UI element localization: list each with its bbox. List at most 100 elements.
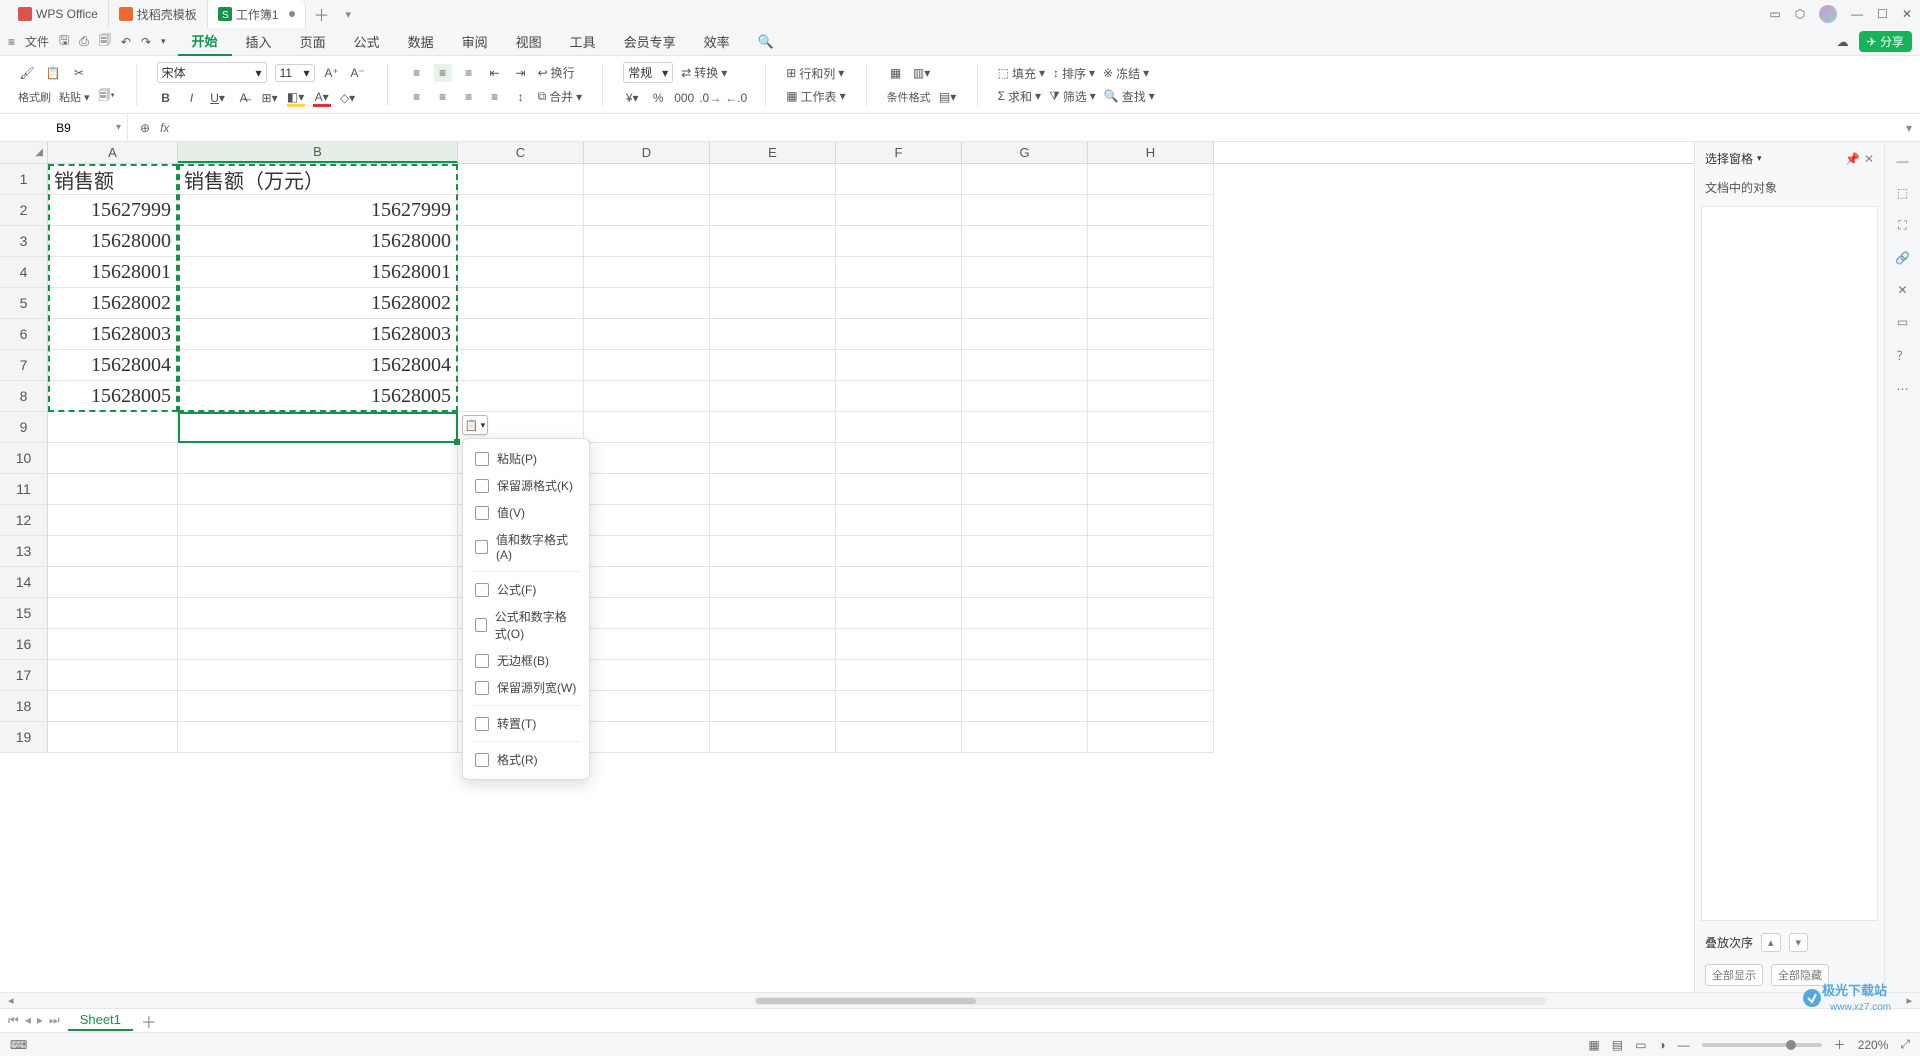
indent-dec-icon[interactable]: ⇤: [486, 64, 504, 82]
row-header[interactable]: 9: [0, 412, 48, 443]
num-format-select[interactable]: 常规▾: [623, 62, 673, 83]
decrease-font-icon[interactable]: A⁻: [349, 64, 367, 82]
paste-icon[interactable]: 📋: [44, 64, 62, 82]
cell[interactable]: [962, 226, 1088, 257]
menu-keep-col-width[interactable]: 保留源列宽(W): [463, 674, 589, 701]
cell[interactable]: [836, 226, 962, 257]
cell[interactable]: [584, 474, 710, 505]
cell[interactable]: [836, 443, 962, 474]
fontcolor-icon[interactable]: A▾: [313, 89, 331, 107]
tab-vip[interactable]: 会员专享: [610, 28, 690, 56]
format-brush-icon[interactable]: 🖌: [18, 64, 36, 82]
row-header[interactable]: 18: [0, 691, 48, 722]
tab-insert[interactable]: 插入: [232, 28, 286, 56]
cell[interactable]: [962, 443, 1088, 474]
fillcolor-icon[interactable]: ◧▾: [287, 89, 305, 107]
menu-transpose[interactable]: 转置(T): [463, 710, 589, 737]
cell[interactable]: [178, 722, 458, 753]
zoom-slider[interactable]: [1702, 1043, 1822, 1047]
select-icon[interactable]: ⬚: [1897, 186, 1908, 200]
row-header[interactable]: 3: [0, 226, 48, 257]
clear-fmt-icon[interactable]: ◇▾: [339, 89, 357, 107]
cell[interactable]: 15628003: [48, 319, 178, 350]
sheet-next-icon[interactable]: ▸: [37, 1013, 43, 1028]
menu-formula-num[interactable]: 公式和数字格式(O): [463, 603, 589, 647]
col-header[interactable]: F: [836, 142, 962, 163]
cell[interactable]: [836, 722, 962, 753]
cell[interactable]: [48, 722, 178, 753]
justify-icon[interactable]: ≡: [486, 88, 504, 106]
hscroll-track[interactable]: [754, 997, 1547, 1005]
cell[interactable]: [584, 722, 710, 753]
cell[interactable]: [48, 660, 178, 691]
cell[interactable]: [1088, 722, 1214, 753]
fill-button[interactable]: ⬚ 填充 ▾: [998, 65, 1045, 82]
col-header[interactable]: G: [962, 142, 1088, 163]
row-header[interactable]: 17: [0, 660, 48, 691]
cell[interactable]: [178, 567, 458, 598]
tools-icon[interactable]: ✕: [1897, 283, 1907, 297]
freeze-button[interactable]: ※ 冻结 ▾: [1103, 65, 1149, 82]
border-icon[interactable]: ⊞▾: [261, 89, 279, 107]
cell[interactable]: [48, 567, 178, 598]
cell[interactable]: [458, 195, 584, 226]
tab-home[interactable]: 开始: [178, 28, 232, 56]
merge-button[interactable]: ⧉ 合并 ▾: [538, 88, 583, 105]
cell[interactable]: [962, 195, 1088, 226]
cell[interactable]: 15628000: [48, 226, 178, 257]
wrap-button[interactable]: ↩ 换行: [538, 64, 575, 81]
cell[interactable]: [962, 598, 1088, 629]
cell[interactable]: 15628004: [48, 350, 178, 381]
align-right-icon[interactable]: ≡: [460, 88, 478, 106]
cell[interactable]: [584, 505, 710, 536]
maximize-button[interactable]: ☐: [1877, 7, 1888, 21]
cell[interactable]: [962, 474, 1088, 505]
cell[interactable]: [710, 598, 836, 629]
cell[interactable]: [710, 319, 836, 350]
app-tab-workbook[interactable]: S 工作簿1: [208, 0, 306, 28]
cell[interactable]: [178, 474, 458, 505]
cell[interactable]: [710, 195, 836, 226]
sheet-first-icon[interactable]: ⏮: [8, 1013, 19, 1028]
cell[interactable]: [584, 350, 710, 381]
menu-no-border[interactable]: 无边框(B): [463, 647, 589, 674]
collapse-icon[interactable]: —: [1897, 154, 1909, 168]
cell[interactable]: [458, 350, 584, 381]
cell[interactable]: 销售额（万元）: [178, 164, 458, 195]
cell[interactable]: [458, 226, 584, 257]
cell[interactable]: [584, 567, 710, 598]
app-tab-template[interactable]: 找稻壳模板: [109, 0, 208, 28]
sum-button[interactable]: Σ 求和 ▾: [998, 88, 1041, 105]
cell[interactable]: [178, 505, 458, 536]
cell[interactable]: [584, 691, 710, 722]
cell[interactable]: [710, 505, 836, 536]
fxbar-expand-icon[interactable]: ▾: [1898, 121, 1920, 135]
cell[interactable]: [962, 536, 1088, 567]
cell[interactable]: [836, 381, 962, 412]
cell[interactable]: [48, 474, 178, 505]
avatar[interactable]: [1819, 5, 1837, 23]
file-menu[interactable]: 文件: [25, 33, 49, 50]
cell[interactable]: [458, 164, 584, 195]
tab-review[interactable]: 审阅: [448, 28, 502, 56]
cell[interactable]: [962, 350, 1088, 381]
cell[interactable]: [710, 226, 836, 257]
valign-mid-icon[interactable]: ≡: [434, 64, 452, 82]
cell[interactable]: [458, 257, 584, 288]
cell[interactable]: 15628005: [48, 381, 178, 412]
orient-icon[interactable]: ↕: [512, 88, 530, 106]
undo-icon[interactable]: ↶: [121, 35, 131, 49]
fullscreen-icon[interactable]: ⤢: [1900, 1037, 1910, 1052]
menu-keep-src-fmt[interactable]: 保留源格式(K): [463, 472, 589, 499]
search-menu-icon[interactable]: 🔍: [744, 28, 788, 56]
cell[interactable]: [1088, 474, 1214, 505]
table-style-icon[interactable]: ▥▾: [913, 64, 931, 82]
menu-value[interactable]: 值(V): [463, 499, 589, 526]
cell[interactable]: [584, 660, 710, 691]
cell[interactable]: 15628001: [178, 257, 458, 288]
link-icon[interactable]: 🔗: [1895, 251, 1910, 265]
convert-button[interactable]: ⇄ 转换 ▾: [681, 64, 727, 81]
pin-icon[interactable]: 📌: [1845, 152, 1860, 166]
cell[interactable]: [710, 288, 836, 319]
paste-label[interactable]: 粘贴 ▾: [59, 89, 90, 105]
